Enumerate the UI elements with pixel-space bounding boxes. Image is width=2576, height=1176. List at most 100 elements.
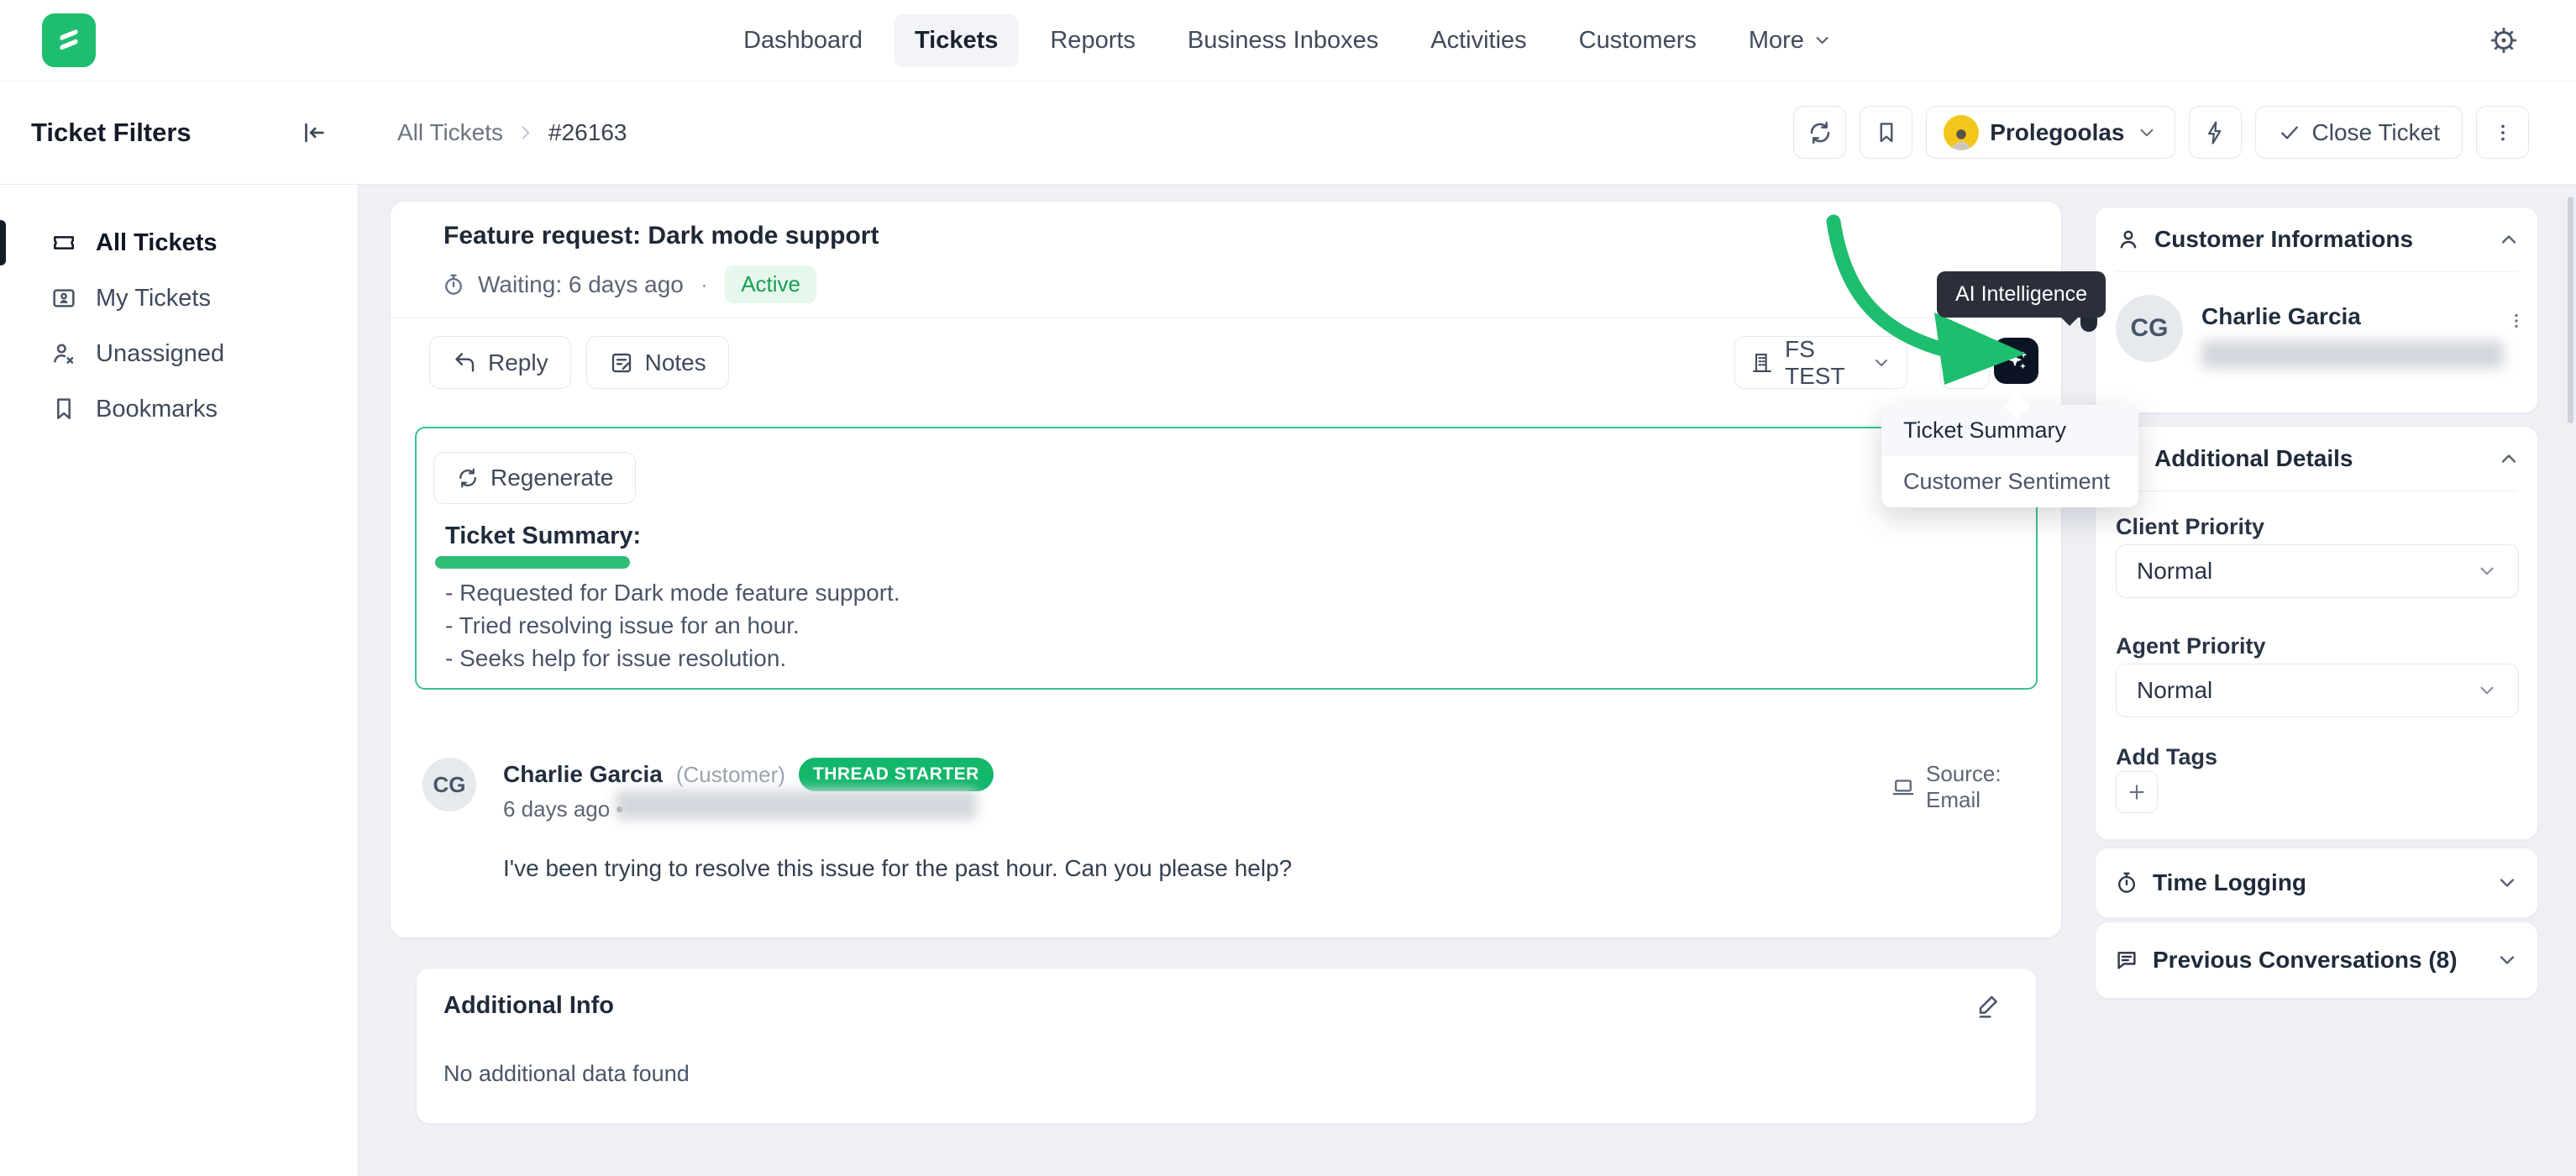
ticket-icon xyxy=(50,229,77,256)
reply-label: Reply xyxy=(488,349,548,376)
message-body: I've been trying to resolve this issue f… xyxy=(503,855,1292,882)
regenerate-button[interactable]: Regenerate xyxy=(433,452,636,504)
chevron-down-icon xyxy=(1871,353,1891,373)
reply-button[interactable]: Reply xyxy=(429,336,571,389)
nav-business-inboxes[interactable]: Business Inboxes xyxy=(1167,14,1398,67)
refresh-icon xyxy=(1807,119,1834,146)
close-ticket-label: Close Ticket xyxy=(2312,119,2441,146)
client-priority-select[interactable]: Normal xyxy=(2116,544,2519,598)
additional-details-title: Additional Details xyxy=(2154,445,2484,472)
summary-point: - Seeks help for issue resolution. xyxy=(445,642,900,675)
app-logo[interactable] xyxy=(42,13,96,67)
sidebar-collapse-button[interactable] xyxy=(296,115,331,150)
pencil-icon xyxy=(1975,992,2002,1019)
gear-icon xyxy=(2489,25,2519,55)
main-nav: Dashboard Tickets Reports Business Inbox… xyxy=(723,14,1853,67)
ticket-card: Feature request: Dark mode support Waiti… xyxy=(390,201,2062,938)
notes-label: Notes xyxy=(645,349,706,376)
add-tag-button[interactable] xyxy=(2116,771,2158,813)
status-badge: Active xyxy=(725,265,816,303)
bookmark-button[interactable] xyxy=(1860,106,1912,159)
client-priority-value: Normal xyxy=(2137,558,2212,585)
additional-details-header[interactable]: Additional Details xyxy=(2116,445,2521,472)
brand-glyph-icon xyxy=(50,21,88,60)
chevron-right-icon xyxy=(515,122,537,144)
collapse-left-icon xyxy=(299,118,328,147)
sidebar-item-unassigned[interactable]: Unassigned xyxy=(0,326,358,381)
refresh-icon xyxy=(456,466,480,490)
sidebar-item-label: Bookmarks xyxy=(96,396,218,423)
reply-icon xyxy=(452,350,477,375)
sidebar-item-my-tickets[interactable]: My Tickets xyxy=(0,270,358,326)
client-priority-label: Client Priority xyxy=(2116,514,2264,540)
chat-bubble-icon xyxy=(2114,948,2139,973)
folder-user-icon xyxy=(50,285,77,312)
previous-conversations-card[interactable]: Previous Conversations (8) xyxy=(2095,921,2538,999)
settings-gear-button[interactable] xyxy=(2485,22,2522,59)
additional-info-empty-text: No additional data found xyxy=(443,1061,690,1087)
thread-starter-badge: THREAD STARTER xyxy=(799,758,994,791)
nav-customers[interactable]: Customers xyxy=(1559,14,1717,67)
breadcrumb-parent[interactable]: All Tickets xyxy=(397,119,503,146)
menu-item-ticket-summary[interactable]: Ticket Summary xyxy=(1881,405,2138,456)
body-row: All Tickets My Tickets Unassigned Bookma… xyxy=(0,185,2576,1176)
page-scrollbar-thumb[interactable] xyxy=(2568,197,2573,423)
nav-tickets[interactable]: Tickets xyxy=(895,14,1018,67)
message-avatar: CG xyxy=(422,758,476,811)
building-icon xyxy=(1750,351,1774,375)
edit-additional-info-button[interactable] xyxy=(1975,992,2002,1019)
additional-details-card: Additional Details Client Priority Norma… xyxy=(2095,426,2538,840)
agent-priority-label: Agent Priority xyxy=(2116,633,2266,659)
ai-intelligence-button[interactable] xyxy=(1994,338,2038,384)
nav-activities[interactable]: Activities xyxy=(1410,14,1546,67)
ticket-more-menu-button[interactable] xyxy=(2476,106,2529,159)
close-ticket-button[interactable]: Close Ticket xyxy=(2255,106,2463,159)
nav-reports[interactable]: Reports xyxy=(1030,14,1156,67)
kebab-menu-icon xyxy=(2507,312,2526,330)
stopwatch-icon xyxy=(441,272,466,297)
message-author: Charlie Garcia xyxy=(503,761,663,788)
customer-menu-button[interactable] xyxy=(2507,312,2526,330)
divider xyxy=(2116,271,2517,272)
message-source-label: Source: Email xyxy=(1926,761,2061,813)
refresh-button[interactable] xyxy=(1793,106,1846,159)
summary-points: - Requested for Dark mode feature suppor… xyxy=(445,576,900,675)
regenerate-label: Regenerate xyxy=(491,465,613,491)
breadcrumb: All Tickets #26163 xyxy=(397,81,627,184)
notes-button[interactable]: Notes xyxy=(586,336,729,389)
sidebar-item-all-tickets[interactable]: All Tickets xyxy=(0,215,358,270)
message-header: Charlie Garcia (Customer) THREAD STARTER xyxy=(503,758,994,791)
additional-info-card: Additional Info No additional data found xyxy=(416,968,2037,1124)
quick-actions-button[interactable] xyxy=(2189,106,2242,159)
ai-intelligence-menu: Ticket Summary Customer Sentiment xyxy=(1881,405,2138,507)
customer-info-card: Customer Informations CG Charlie Garcia xyxy=(2095,207,2538,413)
sidebar-item-label: All Tickets xyxy=(96,229,218,257)
nav-dashboard[interactable]: Dashboard xyxy=(723,14,883,67)
chevron-up-icon xyxy=(2497,228,2521,251)
bookmark-icon xyxy=(1874,120,1899,145)
time-logging-card[interactable]: Time Logging xyxy=(2095,848,2538,918)
ai-summary-box: Regenerate Ticket Summary: - Requested f… xyxy=(415,427,2038,690)
chevron-down-icon xyxy=(2476,680,2498,701)
customer-info-header[interactable]: Customer Informations xyxy=(2116,226,2521,253)
nav-more[interactable]: More xyxy=(1729,14,1853,67)
sidebar-item-label: My Tickets xyxy=(96,285,211,312)
previous-conversations-title: Previous Conversations (8) xyxy=(2153,947,2482,974)
chevron-down-icon xyxy=(1813,30,1833,50)
mailbox-dropdown[interactable]: FS TEST xyxy=(1734,336,1907,389)
plus-icon xyxy=(2126,781,2148,803)
sidebar-item-bookmarks[interactable]: Bookmarks xyxy=(0,381,358,437)
chevron-down-icon xyxy=(2495,871,2519,895)
redacted-customer-email xyxy=(2201,340,2504,369)
hidden-action-button[interactable] xyxy=(1940,336,1990,389)
waiting-text: Waiting: 6 days ago xyxy=(478,271,684,298)
stopwatch-icon xyxy=(2114,870,2139,895)
assignee-dropdown[interactable]: Prolegoolas xyxy=(1926,106,2175,159)
reply-actions: Reply Notes xyxy=(429,336,729,389)
agent-priority-select[interactable]: Normal xyxy=(2116,664,2519,717)
add-tags-label: Add Tags xyxy=(2116,744,2217,770)
summary-underline xyxy=(435,556,630,569)
summary-heading: Ticket Summary: xyxy=(445,522,641,550)
message-time: 6 days ago xyxy=(503,796,610,822)
menu-item-customer-sentiment[interactable]: Customer Sentiment xyxy=(1881,456,2138,507)
